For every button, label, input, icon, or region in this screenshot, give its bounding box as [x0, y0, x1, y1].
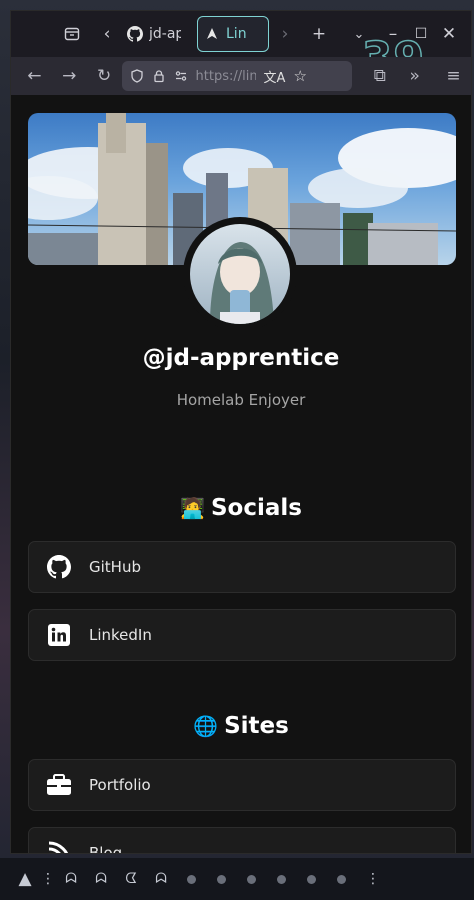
workspace-7-button[interactable] [236, 858, 266, 900]
workspace-6-button[interactable] [206, 858, 236, 900]
desktop-taskbar: ▲ ⋮ ᗣ ᗣ ᗧ ᗣ ⋮ [0, 858, 474, 900]
section-title-socials-text: Socials [210, 495, 302, 521]
linkstack-icon [204, 26, 220, 42]
ghost-icon: ᗣ [155, 871, 167, 887]
globe-emoji: 🌐 [193, 714, 219, 738]
workspace-9-button[interactable] [296, 858, 326, 900]
double-chevron-right-icon: » [409, 66, 420, 86]
workspace-8-button[interactable] [266, 858, 296, 900]
tab-overview-button[interactable] [55, 17, 89, 51]
hamburger-menu-icon: ≡ [446, 66, 461, 86]
shield-icon [130, 69, 143, 83]
vertical-dots-icon: ⋮ [366, 871, 380, 887]
url-bar[interactable]: https://link 文A ☆ [121, 61, 353, 91]
ghost-icon: ᗣ [65, 871, 77, 887]
workspace-3-button[interactable]: ᗧ [116, 858, 146, 900]
dot-icon [216, 874, 226, 884]
overflow-button[interactable]: » [397, 58, 432, 94]
reload-button[interactable]: ↻ [87, 58, 122, 94]
page-content: @jd-apprentice Homelab Enjoyer 🧑‍💻 Socia… [11, 95, 471, 853]
dot-icon [336, 874, 346, 884]
browser-window: ‹ jd-ap Lin › + ⌄ – ☐ ✕ ← → ↻ https://li… [10, 10, 472, 854]
tab-github-title: jd-ap [149, 26, 181, 42]
bookmark-star-icon[interactable]: ☆ [293, 67, 306, 85]
url-text: https://link [195, 68, 256, 84]
link-button-linkedin[interactable]: LinkedIn [28, 609, 456, 661]
profile-bio: Homelab Enjoyer [176, 391, 306, 409]
workspace-separator-right: ⋮ [356, 858, 390, 900]
launcher-button[interactable]: ▲ [10, 858, 40, 900]
back-button[interactable]: ← [17, 58, 52, 94]
new-tab-button[interactable]: + [299, 17, 339, 51]
arch-logo-icon: ▲ [18, 869, 32, 889]
plus-icon: + [311, 24, 327, 44]
link-label-portfolio: Portfolio [89, 776, 151, 794]
ghost-icon: ᗣ [95, 871, 107, 887]
puzzle-icon: ⧉ [373, 66, 386, 86]
lock-icon [153, 70, 164, 83]
avatar [190, 224, 290, 324]
navigation-bar: ← → ↻ https://link 文A ☆ ⧉ » ≡ [11, 57, 471, 95]
tab-linkstack[interactable]: Lin [197, 16, 269, 52]
dot-icon [186, 874, 196, 884]
vertical-dots-icon: ⋮ [41, 871, 55, 887]
workspace-2-button[interactable]: ᗣ [86, 858, 116, 900]
workspace-1-button[interactable]: ᗣ [56, 858, 86, 900]
extensions-button[interactable]: ⧉ [362, 58, 397, 94]
workspace-separator: ⋮ [40, 858, 56, 900]
dot-icon [276, 874, 286, 884]
forward-button[interactable]: → [52, 58, 87, 94]
section-title-sites-text: Sites [224, 713, 289, 739]
close-window-button[interactable]: ✕ [435, 17, 463, 51]
arrow-right-icon: → [62, 66, 77, 86]
pacman-icon: ᗧ [125, 871, 137, 887]
blog-icon [45, 839, 73, 853]
translate-icon[interactable]: 文A [264, 67, 286, 86]
link-label-linkedin: LinkedIn [89, 626, 152, 644]
profile-username: @jd-apprentice [142, 345, 340, 371]
tab-github[interactable]: jd-ap [121, 17, 187, 51]
link-label-blog: Blog [89, 844, 123, 853]
briefcase-icon [45, 771, 73, 799]
github-icon [45, 553, 73, 581]
section-title-sites: 🌐 Sites [11, 713, 471, 739]
linkedin-icon [45, 621, 73, 649]
permissions-icon [175, 71, 186, 81]
dot-icon [306, 874, 316, 884]
github-icon [127, 26, 143, 42]
link-label-github: GitHub [89, 558, 141, 576]
workspace-10-button[interactable] [326, 858, 356, 900]
menu-button[interactable]: ≡ [436, 58, 471, 94]
arrow-left-icon: ← [27, 66, 42, 86]
section-title-socials: 🧑‍💻 Socials [11, 495, 471, 521]
chevron-right-icon: › [281, 24, 289, 44]
workspace-5-button[interactable] [176, 858, 206, 900]
avatar-frame [183, 217, 297, 331]
link-button-blog[interactable]: Blog [28, 827, 456, 853]
chevron-left-icon: ‹ [103, 24, 111, 44]
technologist-emoji: 🧑‍💻 [180, 496, 205, 520]
tab-scroll-right-button[interactable]: › [271, 17, 299, 51]
link-button-portfolio[interactable]: Portfolio [28, 759, 456, 811]
link-button-github[interactable]: GitHub [28, 541, 456, 593]
dot-icon [246, 874, 256, 884]
tab-linkstack-title: Lin [226, 26, 247, 42]
reload-icon: ↻ [96, 66, 112, 86]
close-icon: ✕ [441, 24, 457, 44]
workspace-4-button[interactable]: ᗣ [146, 858, 176, 900]
archive-icon [64, 27, 80, 41]
tab-scroll-left-button[interactable]: ‹ [93, 17, 121, 51]
